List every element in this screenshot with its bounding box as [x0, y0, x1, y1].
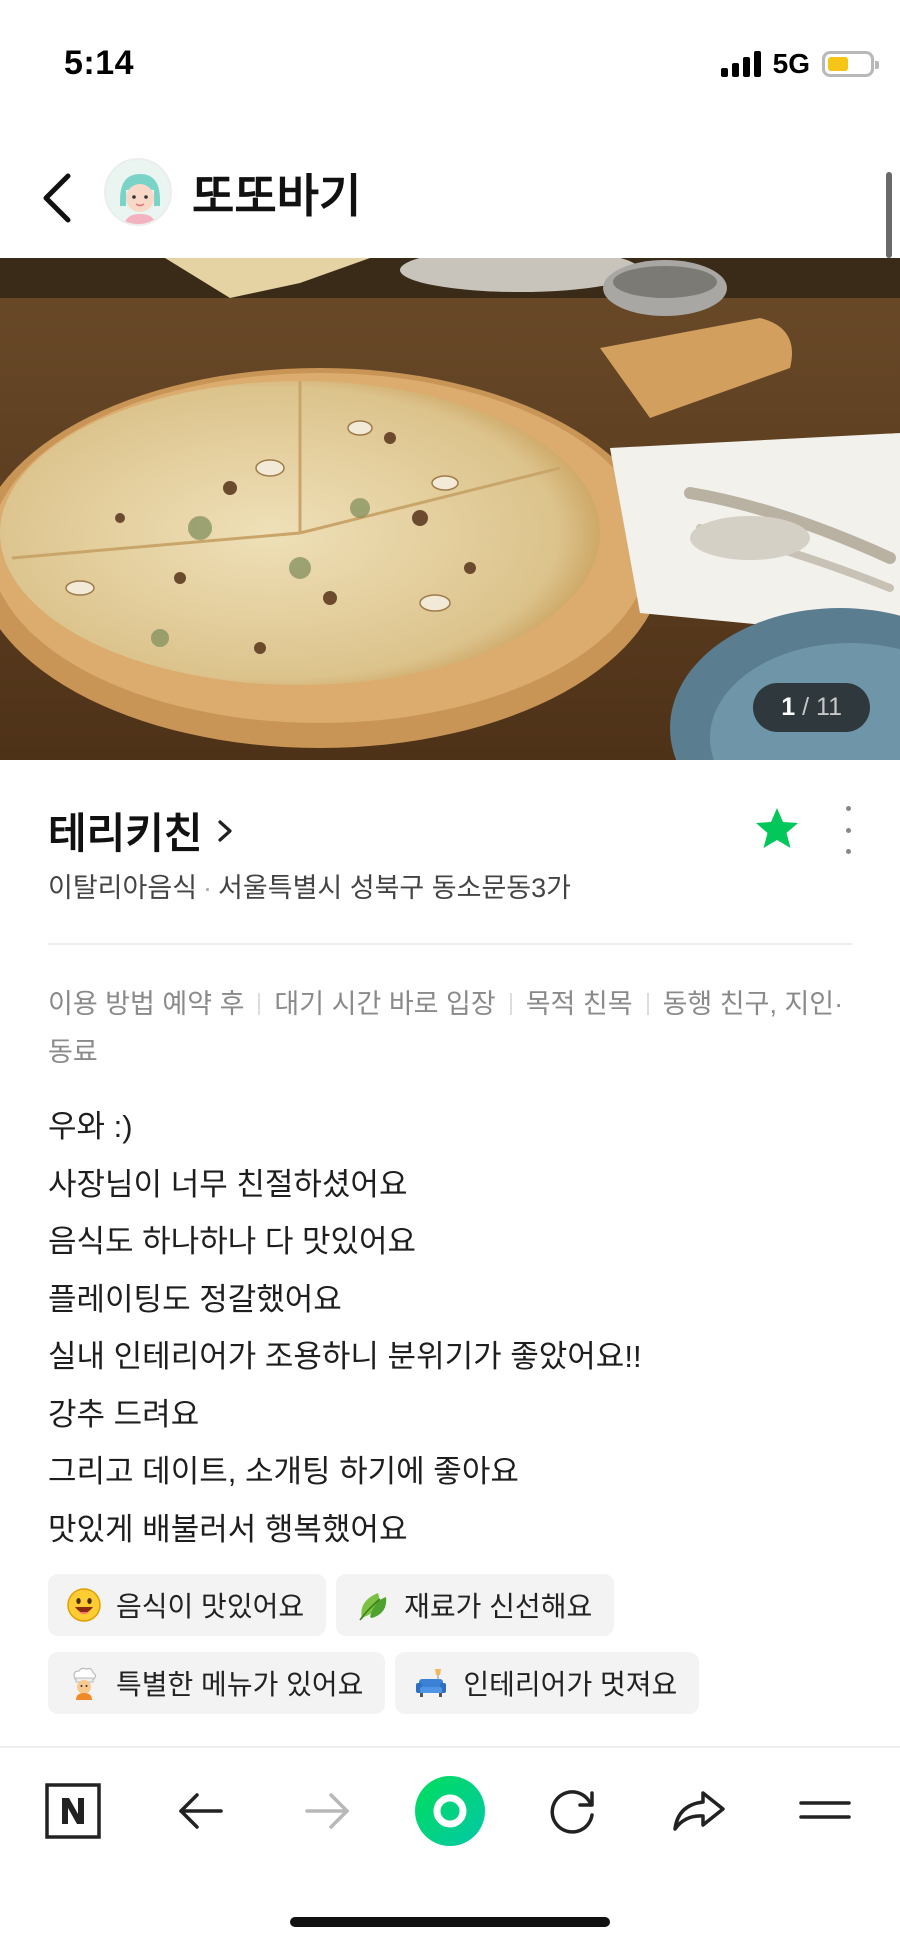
visit-info-label-method: 이용 방법: [48, 989, 155, 1019]
meta-separator: ·: [203, 873, 213, 903]
review-line: 그리고 데이트, 소개팅 하기에 좋아요: [48, 1454, 519, 1489]
visit-info-label-purpose: 목적: [525, 989, 576, 1019]
share-button[interactable]: [664, 1776, 734, 1846]
browser-toolbar: [0, 1746, 900, 1949]
review-line: 사장님이 너무 친절하셨어요: [48, 1166, 408, 1202]
review-line: 플레이팅도 정갈했어요: [48, 1281, 342, 1317]
pizza-photo-illustration: [0, 258, 900, 760]
favorite-button[interactable]: [752, 804, 802, 854]
review-text: 우와 :) 사장님이 너무 친절하셨어요 음식도 하나하나 다 맛있어요 플레이…: [48, 1098, 858, 1558]
photo-counter-separator: /: [802, 693, 810, 721]
smiley-face-icon: [67, 1588, 101, 1622]
keyword-tag[interactable]: 재료가 신선해요: [336, 1574, 615, 1636]
leaf-icon: [359, 1593, 387, 1621]
forward-arrow-icon: [305, 1793, 349, 1829]
network-type: 5G: [772, 48, 810, 79]
green-dot-icon: [415, 1776, 485, 1846]
visit-info-label-wait: 대기 시간: [274, 989, 382, 1019]
chef-icon: [73, 1667, 97, 1700]
place-name-link[interactable]: 테리키친: [48, 800, 237, 861]
photo-current-index: 1: [781, 693, 796, 721]
visit-info-value-purpose: 친목: [582, 989, 633, 1019]
chevron-right-icon: [217, 819, 232, 842]
place-meta: 이탈리아음식 · 서울특별시 성북구 동소문동3가: [48, 866, 571, 905]
visit-info-value-wait: 바로 입장: [388, 989, 496, 1019]
keyword-tag-label: 음식이 맛있어요: [116, 1591, 305, 1622]
menu-button[interactable]: [790, 1776, 860, 1846]
place-name: 테리키친: [48, 810, 203, 857]
keyword-tag[interactable]: 인테리어가 멋져요: [395, 1652, 700, 1714]
refresh-icon: [550, 1790, 594, 1834]
battery-fill: [828, 57, 848, 71]
review-line: 강추 드려요: [48, 1396, 200, 1432]
star-icon: [756, 808, 798, 848]
refresh-button[interactable]: [538, 1776, 608, 1846]
keyword-tag[interactable]: 특별한 메뉴가 있어요: [48, 1652, 386, 1714]
avatar-illustration: [106, 160, 170, 224]
menu-icon: [799, 1801, 851, 1819]
signal-strength-icon: [720, 51, 761, 77]
review-line: 음식도 하나하나 다 맛있어요: [48, 1224, 417, 1259]
nav-forward-button[interactable]: [292, 1776, 362, 1846]
home-indicator[interactable]: [290, 1917, 610, 1927]
keyword-tag-label: 인테리어가 멋져요: [463, 1669, 678, 1700]
status-indicators: 5G: [720, 48, 879, 80]
share-icon: [673, 1791, 725, 1831]
visit-info-value-method: 예약 후: [162, 989, 245, 1019]
keyword-tag-label: 재료가 신선해요: [404, 1591, 593, 1622]
visit-info-label-companion: 동행: [662, 989, 713, 1019]
visit-info: 이용 방법 예약 후 대기 시간 바로 입장 목적 친목 동행 친구, 지인·동료: [48, 980, 858, 1076]
back-button[interactable]: [36, 162, 86, 232]
photo-total-count: 11: [816, 693, 842, 721]
keyword-tag[interactable]: 음식이 맛있어요: [48, 1574, 327, 1636]
status-bar: 5:14 5G: [0, 0, 900, 130]
naver-home-button[interactable]: [38, 1776, 108, 1846]
profile-header: 또또바기: [0, 140, 900, 258]
more-options-icon[interactable]: [838, 806, 858, 854]
battery-icon: [822, 51, 879, 77]
review-photo[interactable]: 1 / 11: [0, 258, 900, 760]
chevron-left-icon: [43, 173, 71, 223]
photo-counter: 1 / 11: [753, 683, 870, 732]
review-line: 우와 :): [48, 1109, 133, 1144]
review-line: 맛있게 배불러서 행복했어요: [48, 1511, 408, 1547]
profile-name[interactable]: 또또바기: [192, 160, 361, 226]
place-address: 서울특별시 성북구 동소문동3가: [218, 873, 571, 903]
keyword-tag-label: 특별한 메뉴가 있어요: [116, 1669, 364, 1700]
nav-back-button[interactable]: [166, 1776, 236, 1846]
review-line: 실내 인테리어가 조용하니 분위기가 좋았어요!!: [48, 1339, 642, 1374]
place-category: 이탈리아음식: [48, 873, 198, 903]
sofa-icon: [416, 1669, 447, 1697]
scrollbar[interactable]: [886, 172, 892, 258]
status-time: 5:14: [64, 44, 135, 82]
green-dot-button[interactable]: [412, 1773, 488, 1849]
naver-n-icon: [45, 1783, 101, 1839]
divider: [48, 943, 852, 945]
keyword-tags: 음식이 맛있어요 재료가 신선해요 특별한 메뉴가 있어요 인테리어가 멋져요: [48, 1574, 868, 1714]
avatar[interactable]: [104, 158, 172, 226]
back-arrow-icon: [179, 1793, 223, 1829]
